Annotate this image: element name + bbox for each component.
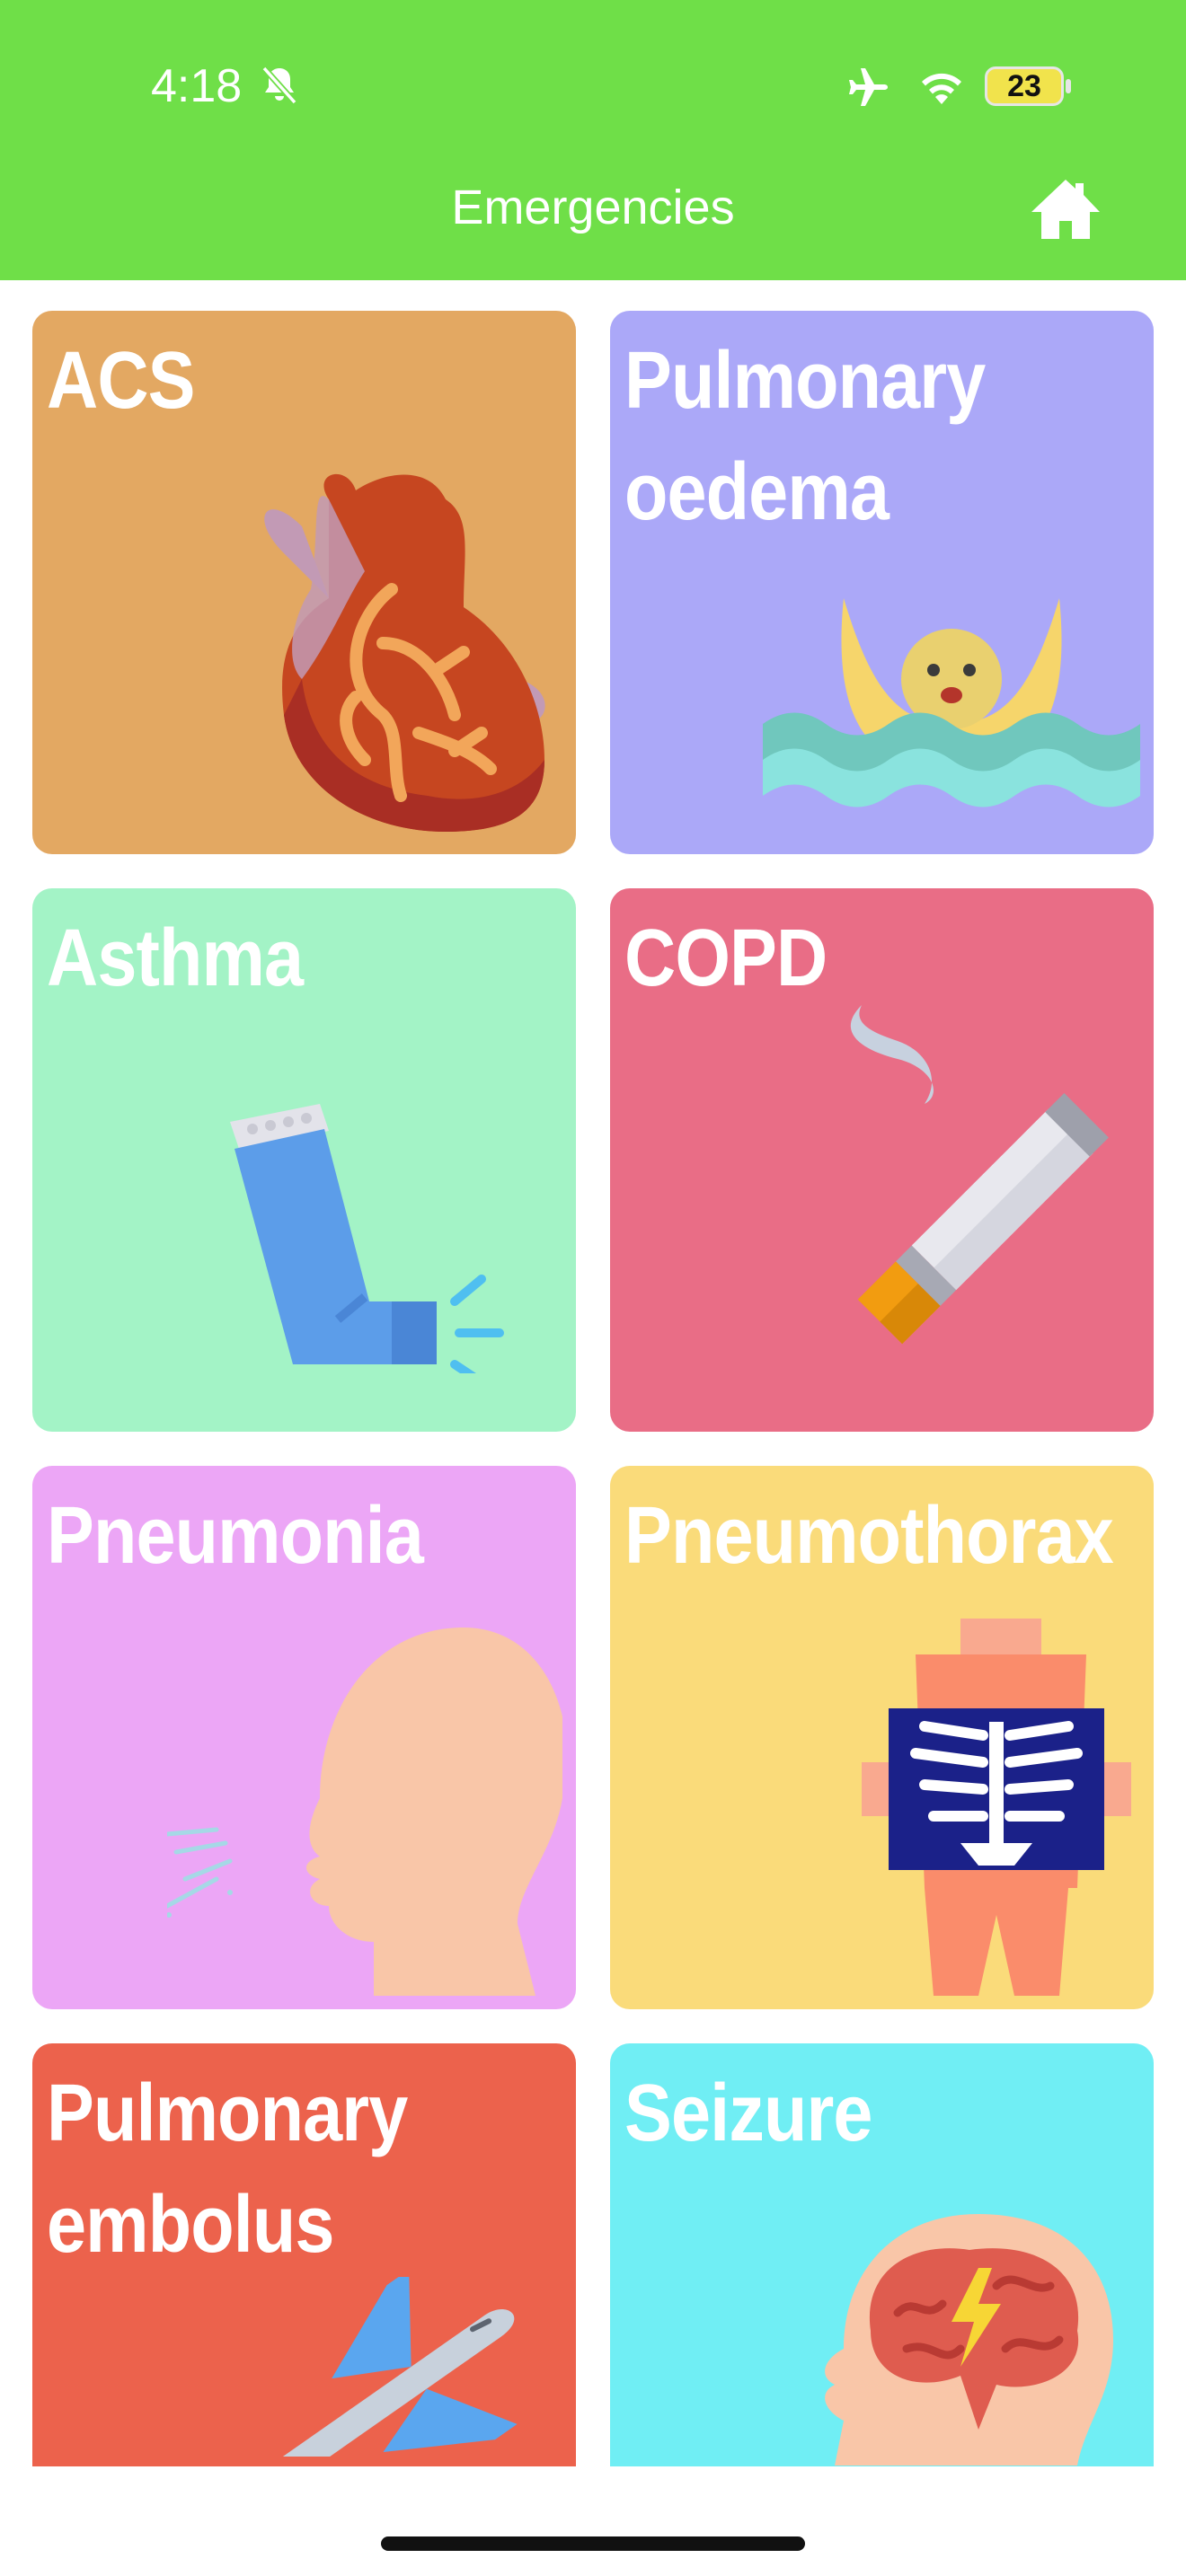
card-copd[interactable]: COPD (610, 888, 1154, 1432)
card-acs[interactable]: ACS (32, 311, 576, 854)
battery-indicator: 23 (985, 66, 1073, 106)
card-title: Asthma (47, 913, 304, 1003)
cigarette-icon (850, 1005, 1109, 1345)
card-seizure[interactable]: Seizure (610, 2043, 1154, 2466)
card-title: ACS (47, 336, 195, 426)
coughing-head-icon (167, 1628, 562, 1996)
status-time: 4:18 (151, 60, 243, 112)
card-pneumonia[interactable]: Pneumonia (32, 1466, 576, 2009)
card-asthma[interactable]: Asthma (32, 888, 576, 1432)
card-title: Pulmonary embolus (47, 2069, 408, 2270)
battery-level: 23 (1007, 69, 1041, 103)
card-pulmonary-embolus[interactable]: Pulmonary embolus (32, 2043, 576, 2466)
airplane-icon (270, 2277, 518, 2457)
wifi-icon (922, 73, 961, 104)
card-title: Seizure (624, 2069, 872, 2158)
heart-icon (264, 473, 545, 832)
chest-xray-icon (862, 1619, 1131, 1996)
silent-bell-icon (261, 66, 297, 105)
inhaler-icon (230, 1104, 504, 1373)
card-pneumothorax[interactable]: Pneumothorax (610, 1466, 1154, 2009)
home-button[interactable] (1030, 176, 1102, 241)
brain-lightning-icon (825, 2214, 1113, 2466)
drowning-person-icon (763, 598, 1140, 841)
page-title: Emergencies (451, 181, 735, 234)
home-indicator[interactable] (381, 2536, 805, 2551)
card-title: Pneumonia (47, 1491, 424, 1581)
card-title: Pneumothorax (624, 1491, 1114, 1581)
nav-header: 4:18 23 Emergencies (0, 0, 1186, 280)
card-pulmonary-oedema[interactable]: Pulmonary oedema (610, 311, 1154, 854)
card-title: Pulmonary oedema (624, 336, 986, 537)
emergency-grid: ACS Pulmonary oedema Asthma COPD Pneumon… (0, 280, 1186, 2466)
airplane-mode-icon (849, 68, 888, 106)
